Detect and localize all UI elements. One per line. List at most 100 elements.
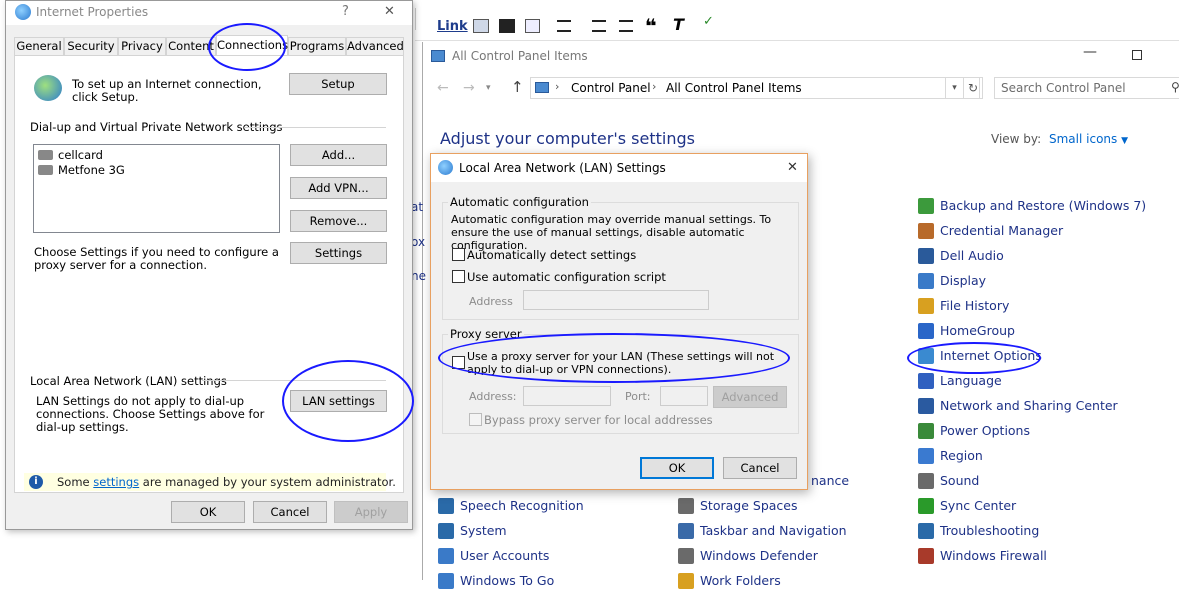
minimize-button[interactable]: — <box>1083 44 1097 60</box>
internet-properties-window: Internet Properties ? ✕ General Security… <box>5 0 413 530</box>
cp-item-homegroup[interactable]: HomeGroup <box>918 322 1015 340</box>
address-bar[interactable]: › Control Panel › All Control Panel Item… <box>530 77 980 99</box>
quote-icon[interactable]: ❝ <box>645 14 657 38</box>
apply-button[interactable]: Apply <box>334 501 408 523</box>
breadcrumb-control-panel[interactable]: Control Panel <box>571 81 651 95</box>
cp-item-dell-audio[interactable]: Dell Audio <box>918 247 1004 265</box>
bypass-label[interactable]: Bypass proxy server for local addresses <box>484 413 713 427</box>
script-address-field[interactable] <box>523 290 709 310</box>
cp-item-label: File History <box>940 298 1010 313</box>
connections-list[interactable]: cellcard Metfone 3G <box>33 144 280 233</box>
maximize-button[interactable] <box>1132 50 1142 60</box>
auto-detect-label[interactable]: Automatically detect settings <box>467 248 636 262</box>
cp-item-icon <box>918 298 934 314</box>
proxy-port-field[interactable] <box>660 386 708 406</box>
cp-item-sync-center[interactable]: Sync Center <box>918 497 1016 515</box>
cp-item-icon <box>438 523 454 539</box>
cp-item-network-and-sharing-center[interactable]: Network and Sharing Center <box>918 397 1118 415</box>
cp-item-user-accounts[interactable]: User Accounts <box>438 547 549 565</box>
bypass-checkbox[interactable] <box>469 413 482 426</box>
bulleted-list-icon[interactable] <box>619 20 633 32</box>
cp-item-system[interactable]: System <box>438 522 507 540</box>
cp-item-sound[interactable]: Sound <box>918 472 979 490</box>
close-icon[interactable]: ✕ <box>384 4 395 19</box>
cp-item-windows-to-go[interactable]: Windows To Go <box>438 572 554 590</box>
link-button[interactable]: Link <box>437 19 468 34</box>
help-button[interactable]: ? <box>342 4 349 19</box>
cp-item-work-folders[interactable]: Work Folders <box>678 572 781 590</box>
cp-item-region[interactable]: Region <box>918 447 983 465</box>
add-vpn-button[interactable]: Add VPN... <box>290 177 387 199</box>
hidden-item-fragment: ne <box>411 269 426 283</box>
view-by-value: Small icons <box>1049 132 1118 146</box>
tab-label: Privacy <box>121 39 163 53</box>
auto-script-checkbox[interactable] <box>452 270 465 283</box>
ok-button[interactable]: OK <box>640 457 714 479</box>
cp-item-icon <box>918 273 934 289</box>
dialog-icon[interactable] <box>525 19 540 33</box>
hidden-item-fragment: nance <box>811 473 850 488</box>
cp-item-storage-spaces[interactable]: Storage Spaces <box>678 497 798 515</box>
recent-chevron-icon[interactable]: ▾ <box>486 83 491 93</box>
setup-text: To set up an Internet connection, click … <box>72 77 262 104</box>
cp-item-label: Speech Recognition <box>460 498 584 513</box>
address-dropdown[interactable]: ▾ <box>945 77 963 99</box>
globe-icon <box>15 4 31 20</box>
settings-button[interactable]: Settings <box>290 242 387 264</box>
add-button[interactable]: Add... <box>290 144 387 166</box>
cp-item-icon <box>678 573 694 589</box>
auto-script-label[interactable]: Use automatic configuration script <box>467 270 666 284</box>
tab-programs[interactable]: Programs <box>288 37 346 55</box>
window-title: Internet Properties <box>36 5 149 19</box>
up-arrow-icon[interactable]: ↑ <box>511 78 524 96</box>
numbered-list-icon[interactable] <box>592 20 606 32</box>
view-by-dropdown[interactable]: Small icons ▼ <box>1049 132 1128 146</box>
breadcrumb-sep-icon: › <box>555 80 560 93</box>
ok-button[interactable]: OK <box>171 501 245 523</box>
refresh-button[interactable]: ↻ <box>963 77 983 99</box>
view-by-label: View by: <box>991 132 1042 146</box>
cancel-button[interactable]: Cancel <box>253 501 327 523</box>
cp-item-windows-firewall[interactable]: Windows Firewall <box>918 547 1047 565</box>
forward-arrow-icon[interactable]: → <box>463 80 475 96</box>
clear-format-icon[interactable]: T <box>673 15 684 34</box>
info-settings-link[interactable]: settings <box>93 475 139 489</box>
cp-item-icon <box>918 448 934 464</box>
tab-security[interactable]: Security <box>64 37 118 55</box>
cp-item-backup-and-restore-windows-7[interactable]: Backup and Restore (Windows 7) <box>918 197 1146 215</box>
cp-item-windows-defender[interactable]: Windows Defender <box>678 547 818 565</box>
cp-item-language[interactable]: Language <box>918 372 1002 390</box>
cp-item-label: Display <box>940 273 987 288</box>
auto-detect-checkbox[interactable] <box>452 248 465 261</box>
cp-item-troubleshooting[interactable]: Troubleshooting <box>918 522 1039 540</box>
align-icon[interactable] <box>557 20 571 32</box>
breadcrumb-all-items[interactable]: All Control Panel Items <box>666 81 802 95</box>
cp-item-speech-recognition[interactable]: Speech Recognition <box>438 497 584 515</box>
cp-item-label: User Accounts <box>460 548 550 563</box>
tab-advanced[interactable]: Advanced <box>346 37 404 55</box>
back-arrow-icon[interactable]: ← <box>437 80 449 96</box>
cp-item-label: System <box>460 523 507 538</box>
cp-item-file-history[interactable]: File History <box>918 297 1009 315</box>
cp-item-taskbar-and-navigation[interactable]: Taskbar and Navigation <box>678 522 847 540</box>
tab-general[interactable]: General <box>14 37 64 55</box>
tab-label: Programs <box>289 39 345 53</box>
cp-item-icon <box>918 323 934 339</box>
cancel-button[interactable]: Cancel <box>723 457 797 479</box>
remove-button[interactable]: Remove... <box>290 210 387 232</box>
address-label: Address <box>469 295 513 308</box>
film-icon[interactable] <box>499 19 515 33</box>
tab-privacy[interactable]: Privacy <box>118 37 166 55</box>
advanced-button[interactable]: Advanced <box>713 386 787 408</box>
cp-item-credential-manager[interactable]: Credential Manager <box>918 222 1063 240</box>
search-icon[interactable]: ⚲ <box>1171 80 1179 94</box>
proxy-address-field[interactable] <box>523 386 611 406</box>
lan-heading: Local Area Network (LAN) settings <box>30 374 227 388</box>
close-icon[interactable]: ✕ <box>787 160 798 175</box>
setup-button[interactable]: Setup <box>289 73 387 95</box>
cp-item-display[interactable]: Display <box>918 272 986 290</box>
spellcheck-icon[interactable]: ✓ <box>703 14 714 29</box>
search-input[interactable]: Search Control Panel ⚲ <box>994 77 1179 99</box>
cp-item-power-options[interactable]: Power Options <box>918 422 1030 440</box>
image-icon[interactable] <box>473 19 489 33</box>
